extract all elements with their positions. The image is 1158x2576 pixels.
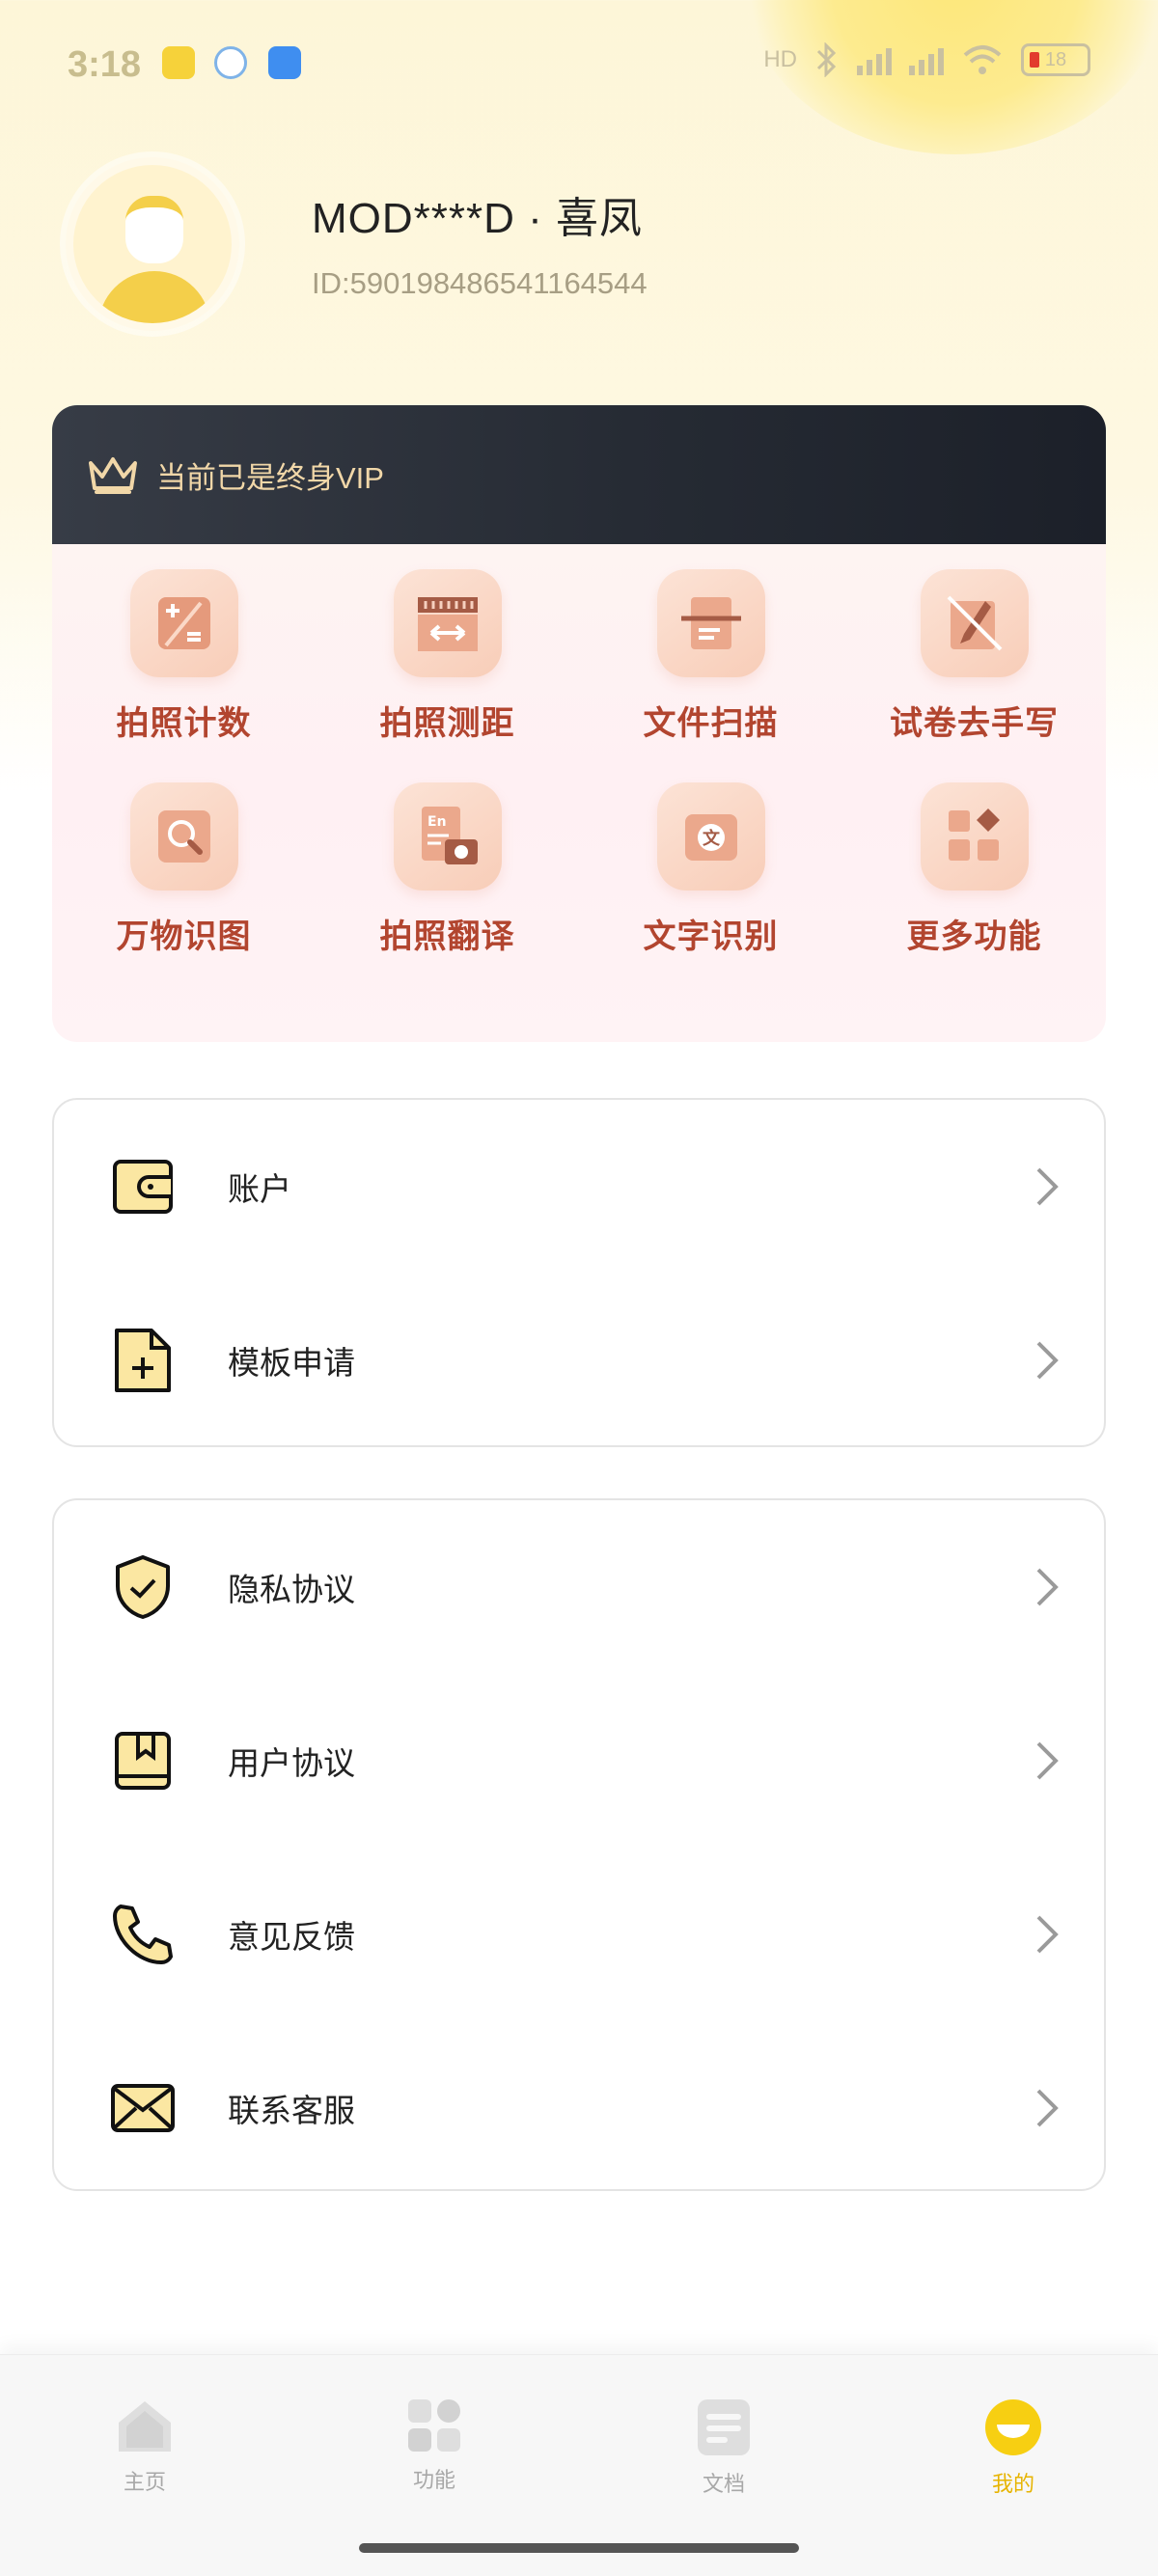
- chevron-right-icon: [1036, 1568, 1059, 1606]
- tab-label: 功能: [412, 2468, 455, 2492]
- crown-icon: [89, 457, 137, 494]
- add-file-icon: [110, 1328, 176, 1393]
- chevron-right-icon: [1036, 1167, 1059, 1206]
- feature-label: 拍照测距: [379, 705, 515, 742]
- menu-item-contact-support[interactable]: 联系客服: [54, 2021, 1104, 2195]
- svg-text:文: 文: [703, 828, 721, 849]
- user-id: ID:590198486541164544: [312, 266, 648, 300]
- bluetooth-icon: [816, 42, 837, 77]
- tab-features[interactable]: 功能: [357, 2398, 511, 2494]
- ruler-icon: [393, 569, 502, 677]
- notification-app-icon: [214, 46, 247, 79]
- avatar-head: [125, 196, 183, 263]
- tab-home[interactable]: 主页: [68, 2398, 222, 2496]
- tab-label: 主页: [123, 2470, 166, 2494]
- menu-item-privacy-policy[interactable]: 隐私协议: [54, 1500, 1104, 1674]
- battery-level: 18: [1044, 48, 1067, 70]
- menu-item-account[interactable]: 账户: [54, 1100, 1104, 1274]
- document-icon: [698, 2399, 750, 2455]
- status-time: 3:18: [68, 44, 142, 85]
- battery-icon: 18: [1021, 43, 1090, 76]
- feature-label: 拍照翻译: [379, 918, 515, 955]
- bookmark-book-icon: [110, 1728, 176, 1794]
- tab-label: 文档: [702, 2472, 745, 2496]
- status-indicators: HD 18: [763, 42, 1090, 77]
- tab-documents[interactable]: 文档: [647, 2398, 801, 2498]
- grid-icon: [408, 2399, 460, 2452]
- home-icon: [119, 2401, 171, 2452]
- chevron-right-icon: [1036, 2089, 1059, 2127]
- chevron-right-icon: [1036, 1741, 1059, 1780]
- feature-label: 文字识别: [643, 918, 779, 955]
- feature-label: 万物识图: [116, 918, 252, 955]
- notification-app-icon: [268, 46, 301, 79]
- menu-item-template-request[interactable]: 模板申请: [54, 1274, 1104, 1447]
- image-search-icon: [129, 782, 238, 891]
- chevron-right-icon: [1036, 1341, 1059, 1380]
- menu-label: 联系客服: [228, 2093, 355, 2128]
- smile-icon: [985, 2399, 1041, 2455]
- menu-card-info: 隐私协议 用户协议 意见反馈 联系客服: [52, 1498, 1106, 2191]
- document-scan-icon: [656, 569, 765, 677]
- menu-label: 隐私协议: [228, 1572, 355, 1607]
- wifi-icon: [963, 45, 1002, 74]
- notification-app-icon: [162, 46, 195, 79]
- feature-label: 更多功能: [906, 918, 1042, 955]
- feature-grid: 拍照计数 拍照测距 文件扫描 试卷去手写 万物识图 En 拍照翻译 文 文字识别…: [52, 569, 1106, 957]
- shield-check-icon: [110, 1554, 176, 1620]
- menu-label: 账户: [228, 1171, 291, 1207]
- signal-icon: [857, 44, 892, 75]
- menu-label: 意见反馈: [228, 1919, 355, 1955]
- vip-status: 当前已是终身VIP: [156, 460, 384, 495]
- chevron-right-icon: [1036, 1915, 1059, 1954]
- user-name: MOD****D · 喜凤: [312, 195, 644, 242]
- feature-image-recognition[interactable]: 万物识图: [52, 782, 316, 957]
- calculator-icon: [129, 569, 238, 677]
- tab-mine[interactable]: 我的: [936, 2398, 1090, 2498]
- translate-camera-icon: En: [393, 782, 502, 891]
- feature-label: 文件扫描: [643, 705, 779, 742]
- svg-text:En: En: [427, 814, 447, 830]
- feature-photo-translate[interactable]: En 拍照翻译: [316, 782, 579, 957]
- feature-label: 试卷去手写: [890, 705, 1059, 742]
- erase-handwriting-icon: [920, 569, 1029, 677]
- text-recognition-icon: 文: [656, 782, 765, 891]
- wallet-icon: [110, 1154, 176, 1219]
- avatar-body: [98, 271, 210, 323]
- menu-label: 模板申请: [228, 1345, 355, 1381]
- feature-more[interactable]: 更多功能: [842, 782, 1106, 957]
- feature-text-recognition[interactable]: 文 文字识别: [579, 782, 842, 957]
- feature-label: 拍照计数: [116, 705, 252, 742]
- phone-icon: [110, 1902, 176, 1967]
- feature-remove-handwriting[interactable]: 试卷去手写: [842, 569, 1106, 744]
- tab-label: 我的: [991, 2472, 1034, 2496]
- signal-icon: [909, 44, 944, 75]
- feature-photo-count[interactable]: 拍照计数: [52, 569, 316, 744]
- menu-item-feedback[interactable]: 意见反馈: [54, 1848, 1104, 2021]
- vip-banner[interactable]: 当前已是终身VIP: [52, 405, 1106, 544]
- menu-item-user-agreement[interactable]: 用户协议: [54, 1674, 1104, 1848]
- feature-file-scan[interactable]: 文件扫描: [579, 569, 842, 744]
- menu-label: 用户协议: [228, 1745, 355, 1781]
- status-bar: 3:18 HD 18: [0, 0, 1158, 135]
- mail-icon: [110, 2075, 176, 2141]
- feature-photo-measure[interactable]: 拍照测距: [316, 569, 579, 744]
- avatar[interactable]: [66, 157, 239, 331]
- network-label: HD: [763, 46, 797, 72]
- menu-card-account: 账户 模板申请: [52, 1098, 1106, 1447]
- vip-card: 当前已是终身VIP 拍照计数 拍照测距 文件扫描 试卷去手写 万物识图 En 拍…: [52, 405, 1106, 1042]
- more-apps-icon: [920, 782, 1029, 891]
- home-indicator[interactable]: [359, 2543, 799, 2553]
